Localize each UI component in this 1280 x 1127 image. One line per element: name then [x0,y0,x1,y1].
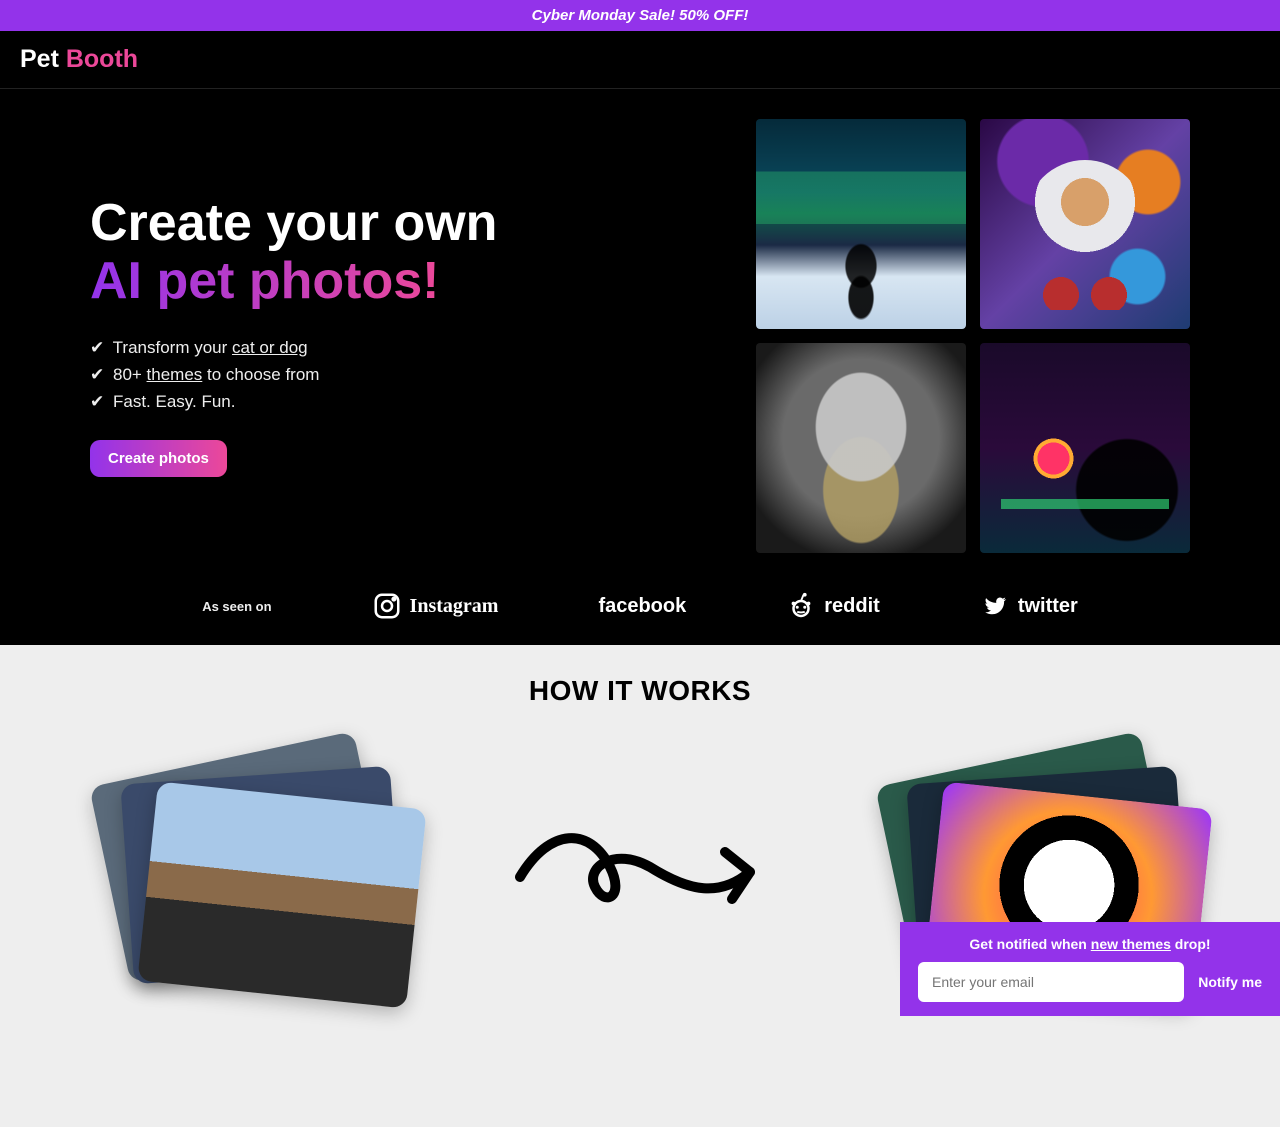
hero: Create your own AI pet photos! ✔ Transfo… [0,89,1280,573]
brand-word-1: Pet [20,45,66,73]
check-icon: ✔ [90,365,104,384]
promo-text: Cyber Monday Sale! 50% OFF! [532,7,749,24]
notify-popup: Get notified when new themes drop! Notif… [900,922,1280,1016]
arrow-icon [510,817,770,937]
feature-1-pre: Transform your [113,338,232,357]
reddit-link[interactable]: reddit [786,591,880,621]
hero-heading-line1: Create your own [90,194,497,252]
twitter-label: twitter [1018,595,1078,618]
sample-image-cat-knight [756,343,966,553]
notify-post: drop! [1171,936,1211,952]
check-icon: ✔ [90,338,104,357]
notify-button[interactable]: Notify me [1198,974,1262,990]
instagram-icon [372,591,402,621]
feature-2-link[interactable]: themes [147,365,203,384]
twitter-icon [980,591,1010,621]
feature-list: ✔ Transform your cat or dog ✔ 80+ themes… [90,338,716,412]
sample-image-cat-astronaut [980,119,1190,329]
notify-form: Notify me [918,962,1262,1002]
promo-bar: Cyber Monday Sale! 50% OFF! [0,0,1280,31]
facebook-label: facebook [598,595,686,618]
hero-heading-line2: AI pet photos! [90,252,440,310]
notify-pre: Get notified when [969,936,1090,952]
feature-item-2: ✔ 80+ themes to choose from [90,365,716,385]
sample-image-dog-aurora [756,119,966,329]
how-it-works-title: HOW IT WORKS [0,675,1280,707]
instagram-label: Instagram [410,595,499,618]
how-it-works: HOW IT WORKS [0,645,1280,1127]
hero-image-grid [756,119,1190,553]
brand-logo[interactable]: Pet Booth [20,45,138,73]
navbar: Pet Booth [0,31,1280,89]
input-photo-stack [97,747,397,1007]
feature-3-text: Fast. Easy. Fun. [113,392,236,411]
reddit-icon [786,591,816,621]
email-input[interactable] [918,962,1184,1002]
hero-copy: Create your own AI pet photos! ✔ Transfo… [90,195,716,476]
as-seen-on-bar: As seen on Instagram facebook reddit twi… [0,573,1280,645]
facebook-link[interactable]: facebook [598,595,686,618]
instagram-link[interactable]: Instagram [372,591,499,621]
input-photo-card [137,781,426,1008]
notify-link[interactable]: new themes [1091,936,1171,952]
as-seen-label: As seen on [202,599,271,614]
feature-item-1: ✔ Transform your cat or dog [90,338,716,358]
reddit-label: reddit [824,595,880,618]
twitter-link[interactable]: twitter [980,591,1078,621]
sample-image-dog-bar [980,343,1190,553]
brand-word-2: Booth [66,45,138,73]
feature-item-3: ✔ Fast. Easy. Fun. [90,392,716,412]
check-icon: ✔ [90,392,104,411]
feature-2-post: to choose from [202,365,319,384]
hero-heading: Create your own AI pet photos! [90,195,716,309]
notify-title: Get notified when new themes drop! [918,936,1262,952]
create-photos-button[interactable]: Create photos [90,440,227,477]
feature-2-pre: 80+ [113,365,147,384]
feature-1-link[interactable]: cat or dog [232,338,308,357]
